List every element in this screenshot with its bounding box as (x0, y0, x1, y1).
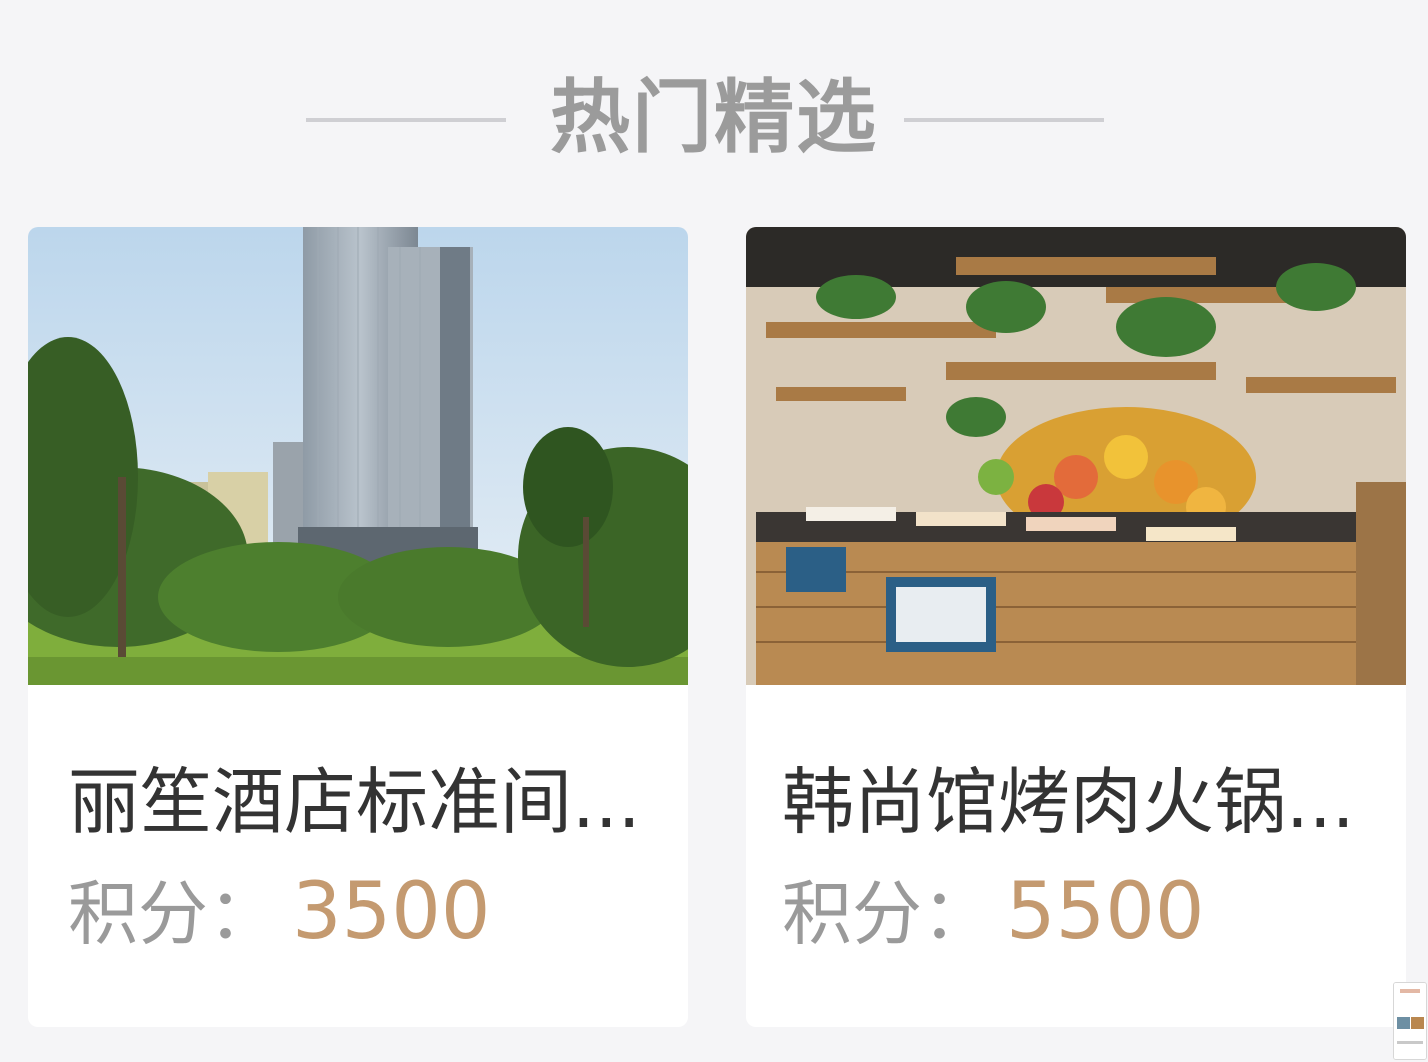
product-image-buffet[interactable] (746, 227, 1406, 685)
floating-preview-thumbnail[interactable] (1393, 982, 1427, 1060)
product-title[interactable]: 韩尚馆烤肉火锅... (782, 757, 1372, 847)
price-label: 积分： (68, 873, 278, 955)
price-label: 积分： (782, 873, 992, 955)
title-divider-right (904, 118, 1104, 122)
price-value: 3500 (292, 867, 491, 957)
price-row: 积分： 5500 (782, 867, 1205, 957)
product-image-hotel[interactable] (28, 227, 688, 685)
section-title: 热门精选 (550, 71, 878, 164)
product-card-hotel[interactable]: 丽笙酒店标准间... 积分： 3500 (28, 227, 688, 1027)
price-row: 积分： 3500 (68, 867, 491, 957)
price-value: 5500 (1006, 867, 1205, 957)
product-title[interactable]: 丽笙酒店标准间... (68, 757, 658, 847)
title-divider-left (306, 118, 506, 122)
product-card-buffet[interactable]: 韩尚馆烤肉火锅... 积分： 5500 (746, 227, 1406, 1027)
section-header: 热门精选 (0, 66, 1428, 170)
